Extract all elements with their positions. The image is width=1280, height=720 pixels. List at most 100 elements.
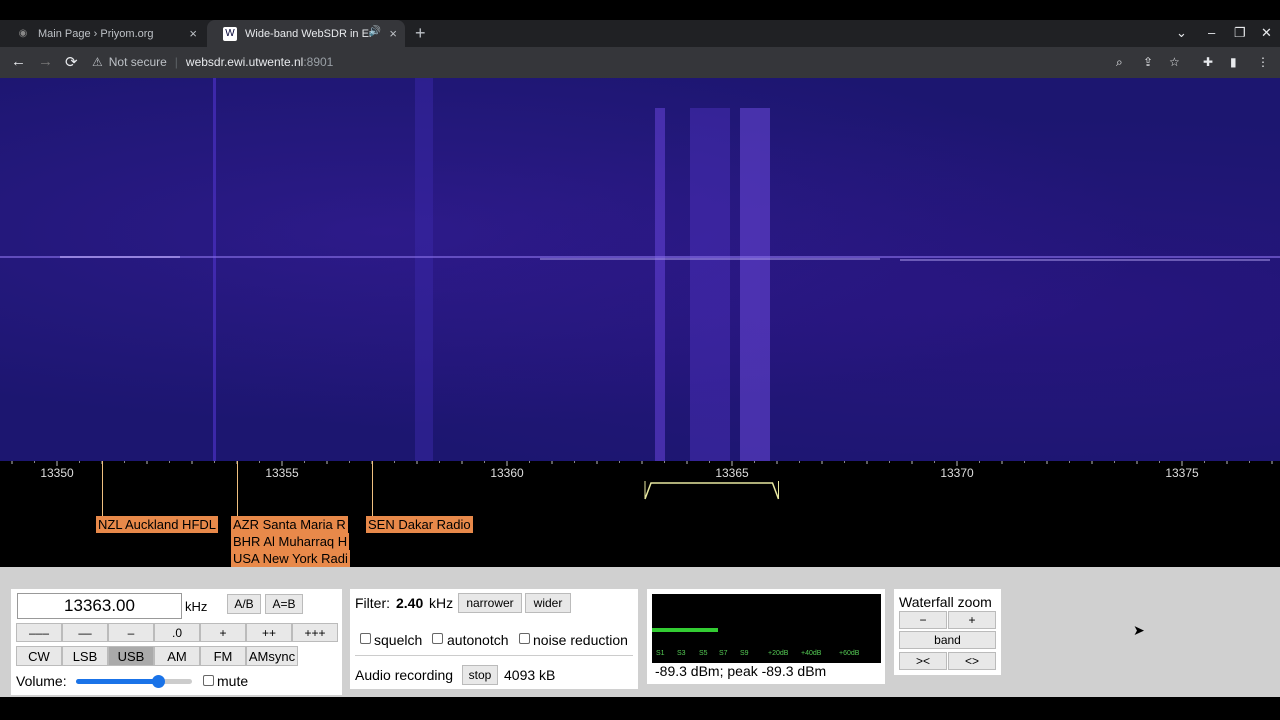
tick-label: 13360 <box>490 466 524 480</box>
share-icon[interactable]: ⇪ <box>1143 55 1153 69</box>
tick-label: 13350 <box>40 466 74 480</box>
autonotch-checkbox[interactable] <box>432 633 443 644</box>
url-port: :8901 <box>303 55 334 69</box>
recording-label: Audio recording <box>355 667 454 683</box>
signal-meter-label: S9 <box>740 650 749 657</box>
signal-trace <box>415 78 433 461</box>
star-icon[interactable]: ☆ <box>1169 55 1180 69</box>
station-label[interactable]: AZR Santa Maria R <box>231 516 348 533</box>
extensions-icon[interactable]: ✚ <box>1203 55 1213 69</box>
mute-checkbox[interactable] <box>203 675 214 686</box>
address-bar[interactable]: ⚠ Not secure | websdr.ewi.utwente.nl :89… <box>92 51 1142 73</box>
tab-close-icon[interactable]: × <box>189 26 197 41</box>
screen-bottom-bar <box>0 697 1280 720</box>
scale-graphics <box>11 461 1273 500</box>
squelch-checkbox[interactable] <box>360 633 371 644</box>
station-label[interactable]: USA New York Radi <box>231 550 350 567</box>
mode-button-am[interactable]: AM <box>154 646 200 666</box>
zoom-out-button[interactable]: − <box>899 611 947 629</box>
station-label[interactable]: BHR Al Muharraq H <box>231 533 350 550</box>
frequency-input[interactable] <box>17 593 182 619</box>
step-button[interactable]: ++ <box>246 623 292 642</box>
station-label[interactable]: NZL Auckland HFDL <box>96 516 219 533</box>
tab-strip: ◉ Main Page › Priyom.org × W Wide-band W… <box>0 20 1280 47</box>
minimize-icon[interactable]: – <box>1208 25 1215 40</box>
restore-icon[interactable]: ❐ <box>1234 25 1246 41</box>
signal-trace <box>540 258 880 260</box>
tab-search-icon[interactable]: ⌄ <box>1176 25 1187 41</box>
mode-button-cw[interactable]: CW <box>16 646 62 666</box>
station-label[interactable]: SEN Dakar Radio <box>366 516 473 533</box>
zoom-title: Waterfall zoom <box>899 594 992 610</box>
signal-trace <box>900 259 1270 261</box>
filter-divider <box>355 655 633 656</box>
volume-thumb[interactable] <box>152 675 166 688</box>
reload-icon[interactable]: ⟳ <box>65 53 78 71</box>
window-close-icon[interactable]: ✕ <box>1261 25 1272 41</box>
back-icon[interactable]: ← <box>11 53 26 70</box>
tab-websdr[interactable]: W Wide-band WebSDR in Enschede 🔊 × <box>207 20 405 47</box>
autonotch-label: autonotch <box>447 632 509 648</box>
signal-meter: S1 S3 S5 S7 S9 +20dB +40dB +60dB <box>652 594 881 663</box>
new-tab-button[interactable]: + <box>415 23 426 44</box>
security-status: Not secure <box>108 55 167 69</box>
recording-size: 4093 kB <box>504 667 556 683</box>
mode-button-fm[interactable]: FM <box>200 646 246 666</box>
step-button[interactable]: ––– <box>16 623 62 642</box>
volume-label: Volume: <box>16 673 67 689</box>
zoom-band-button[interactable]: band <box>899 631 996 649</box>
signal-meter-label: +60dB <box>839 650 860 657</box>
signal-trace <box>0 256 1280 258</box>
mode-button-usb[interactable]: USB <box>108 646 154 666</box>
signal-trace <box>740 108 770 461</box>
mode-button-amsync[interactable]: AMsync <box>246 646 298 666</box>
control-area: kHz A/B A=B ––––––.0++++++ CWLSBUSBAMFMA… <box>0 567 1280 697</box>
audio-playing-icon[interactable]: 🔊 <box>369 26 381 37</box>
step-button[interactable]: .0 <box>154 623 200 642</box>
mouse-cursor-icon: ➤ <box>1133 622 1145 638</box>
volume-slider[interactable] <box>76 675 192 688</box>
zoom-narrow-button[interactable]: >< <box>899 652 947 670</box>
filter-label: Filter: <box>355 595 390 611</box>
step-button[interactable]: +++ <box>292 623 338 642</box>
step-button[interactable]: –– <box>62 623 108 642</box>
side-panel-icon[interactable]: ▮ <box>1230 55 1237 69</box>
mode-button-lsb[interactable]: LSB <box>62 646 108 666</box>
waterfall-display[interactable] <box>0 78 1280 461</box>
zoom-wide-button[interactable]: <> <box>948 652 996 670</box>
wider-button[interactable]: wider <box>525 593 571 613</box>
filter-panel: Filter: 2.40 kHz narrower wider squelch … <box>350 589 638 689</box>
filter-value: 2.40 <box>396 595 424 611</box>
tab-priyom[interactable]: ◉ Main Page › Priyom.org × <box>0 20 205 47</box>
priyom-favicon-icon: ◉ <box>18 28 28 39</box>
mute-label: mute <box>217 673 249 689</box>
menu-icon[interactable]: ⋮ <box>1257 55 1269 69</box>
forward-icon[interactable]: → <box>38 53 53 70</box>
narrower-button[interactable]: narrower <box>458 593 522 613</box>
a-equals-b-button[interactable]: A=B <box>265 594 303 614</box>
tab-title: Main Page › Priyom.org <box>38 27 154 40</box>
stop-recording-button[interactable]: stop <box>462 665 498 685</box>
url-host: websdr.ewi.utwente.nl <box>185 55 304 69</box>
zoom-in-button[interactable]: + <box>948 611 996 629</box>
warning-icon: ⚠ <box>92 55 103 69</box>
tab-close-icon[interactable]: × <box>389 26 397 41</box>
tick-label: 13370 <box>940 466 974 480</box>
noise-reduction-label: noise reduction <box>533 632 628 648</box>
zoom-icon[interactable]: ⌕ <box>1116 55 1123 70</box>
address-separator: | <box>174 55 178 69</box>
signal-meter-bar <box>652 628 719 632</box>
frequency-unit: kHz <box>185 599 208 614</box>
tick-label: 13355 <box>265 466 299 480</box>
step-button[interactable]: + <box>200 623 246 642</box>
station-marker <box>102 461 103 516</box>
noise-reduction-checkbox[interactable] <box>519 633 530 644</box>
frequency-scale[interactable]: 13350 13355 13360 13365 13370 13375 NZL Auckl… <box>0 461 1280 567</box>
ab-button[interactable]: A/B <box>227 594 261 614</box>
websdr-favicon-icon: W <box>223 26 237 41</box>
waterfall-signals <box>0 78 1280 461</box>
signal-meter-label: S1 <box>656 650 665 657</box>
signal-readout: -89.3 dBm; peak -89.3 dBm <box>655 663 827 679</box>
signal-trace <box>690 108 730 461</box>
step-button[interactable]: – <box>108 623 154 642</box>
